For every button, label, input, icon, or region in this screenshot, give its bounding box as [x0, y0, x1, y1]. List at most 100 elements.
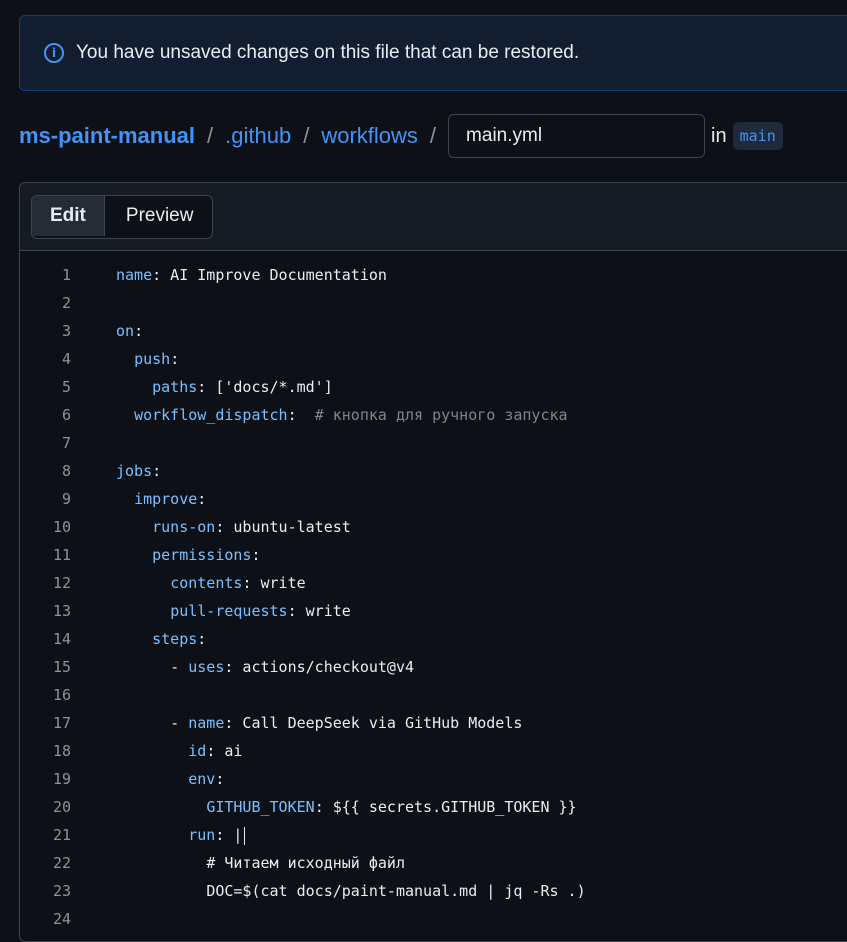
- yaml-key: jobs: [116, 462, 153, 480]
- yaml-key: steps: [152, 630, 198, 648]
- in-label: in: [711, 124, 727, 147]
- breadcrumb-repo-link[interactable]: ms-paint-manual: [19, 123, 195, 149]
- yaml-key: permissions: [152, 546, 252, 564]
- code-line[interactable]: 6 workflow_dispatch: # кнопка для ручног…: [20, 401, 586, 429]
- line-content: # Читаем исходный файл: [71, 849, 405, 877]
- code-line[interactable]: 1 name: AI Improve Documentation: [20, 261, 586, 289]
- breadcrumb-separator: /: [303, 123, 310, 148]
- code-line[interactable]: 5 paths: ['docs/*.md']: [20, 373, 586, 401]
- yaml-value: :: [134, 322, 144, 340]
- code-line[interactable]: 4 push:: [20, 345, 586, 373]
- line-content: DOC=$(cat docs/paint-manual.md | jq -Rs …: [71, 877, 586, 905]
- code-line[interactable]: 2: [20, 289, 586, 317]
- code-line[interactable]: 15 - uses: actions/checkout@v4: [20, 653, 586, 681]
- unsaved-changes-banner: i You have unsaved changes on this file …: [19, 15, 847, 91]
- yaml-comment: # кнопка для ручного запуска: [314, 406, 568, 424]
- line-indent: -: [116, 658, 189, 676]
- text-cursor: [244, 826, 246, 845]
- yaml-value: : |: [215, 826, 243, 844]
- yaml-value: :: [215, 770, 225, 788]
- yaml-key: runs-on: [152, 518, 216, 536]
- line-number: 5: [61, 378, 71, 396]
- code-line[interactable]: 9 improve:: [20, 485, 586, 513]
- yaml-value: :: [197, 630, 207, 648]
- line-content: on:: [71, 317, 143, 345]
- line-content: name: AI Improve Documentation: [71, 261, 387, 289]
- line-number: 1: [61, 266, 71, 284]
- line-content: improve:: [71, 485, 206, 513]
- code-line[interactable]: 18 id: ai: [20, 737, 586, 765]
- yaml-value: : write: [242, 574, 306, 592]
- line-number: 15: [52, 658, 71, 676]
- line-content: runs-on: ubuntu-latest: [71, 513, 351, 541]
- yaml-key: contents: [170, 574, 243, 592]
- code-line[interactable]: 7: [20, 429, 586, 457]
- editor-header: Edit Preview: [20, 183, 847, 251]
- code-line[interactable]: 3 on:: [20, 317, 586, 345]
- line-number: 24: [52, 910, 71, 928]
- code-line[interactable]: 23 DOC=$(cat docs/paint-manual.md | jq -…: [20, 877, 586, 905]
- line-content: [71, 429, 116, 457]
- line-content: run: |: [71, 821, 246, 849]
- code-line[interactable]: 10 runs-on: ubuntu-latest: [20, 513, 586, 541]
- yaml-key: env: [188, 770, 216, 788]
- line-number: 3: [61, 322, 71, 340]
- yaml-value: : ${{ secrets.GITHUB_TOKEN }}: [314, 798, 577, 816]
- breadcrumb-workflows-link[interactable]: workflows: [321, 123, 418, 149]
- code-line[interactable]: 12 contents: write: [20, 569, 586, 597]
- code-line[interactable]: 17 - name: Call DeepSeek via GitHub Mode…: [20, 709, 586, 737]
- yaml-value: : ubuntu-latest: [215, 518, 351, 536]
- filename-input[interactable]: [448, 114, 706, 158]
- yaml-value: DOC=$(cat docs/paint-manual.md | jq -Rs …: [206, 882, 586, 900]
- yaml-value: : AI Improve Documentation: [152, 266, 387, 284]
- code-line[interactable]: 14 steps:: [20, 625, 586, 653]
- line-number: 14: [52, 630, 71, 648]
- line-number: 12: [52, 574, 71, 592]
- line-number: 17: [52, 714, 71, 732]
- tab-preview[interactable]: Preview: [105, 196, 213, 236]
- breadcrumb-separator: /: [207, 123, 214, 148]
- banner-text: You have unsaved changes on this file th…: [76, 42, 580, 63]
- yaml-value: :: [251, 546, 261, 564]
- yaml-value: : ['docs/*.md']: [197, 378, 333, 396]
- tab-edit[interactable]: Edit: [32, 196, 105, 236]
- code-line[interactable]: 13 pull-requests: write: [20, 597, 586, 625]
- code-line[interactable]: 24: [20, 905, 586, 933]
- line-content: GITHUB_TOKEN: ${{ secrets.GITHUB_TOKEN }…: [71, 793, 577, 821]
- breadcrumb-github-link[interactable]: .github: [225, 123, 291, 149]
- code-line[interactable]: 8 jobs:: [20, 457, 586, 485]
- line-content: contents: write: [71, 569, 306, 597]
- code-area[interactable]: 1 name: AI Improve Documentation 2 3 on: 4 pu…: [20, 261, 586, 933]
- yaml-value: : Call DeepSeek via GitHub Models: [224, 714, 523, 732]
- yaml-value: : write: [287, 602, 351, 620]
- code-line[interactable]: 21 run: |: [20, 821, 586, 849]
- yaml-key: GITHUB_TOKEN: [206, 798, 315, 816]
- code-line[interactable]: 22 # Читаем исходный файл: [20, 849, 586, 877]
- code-line[interactable]: 11 permissions:: [20, 541, 586, 569]
- code-editor: Edit Preview 1 name: AI Improve Documenta…: [19, 182, 847, 942]
- yaml-value: : actions/checkout@v4: [224, 658, 415, 676]
- yaml-key: id: [188, 742, 207, 760]
- code-line[interactable]: 16: [20, 681, 586, 709]
- yaml-value: :: [152, 462, 162, 480]
- yaml-key: push: [134, 350, 171, 368]
- yaml-key: workflow_dispatch: [134, 406, 288, 424]
- code-line[interactable]: 20 GITHUB_TOKEN: ${{ secrets.GITHUB_TOKE…: [20, 793, 586, 821]
- yaml-key: uses: [188, 658, 225, 676]
- line-number: 23: [52, 882, 71, 900]
- line-content: [71, 681, 116, 709]
- code-line[interactable]: 19 env:: [20, 765, 586, 793]
- breadcrumb: ms-paint-manual / .github / workflows / …: [19, 114, 783, 158]
- line-number: 18: [52, 742, 71, 760]
- line-number: 7: [61, 434, 71, 452]
- yaml-value: :: [287, 406, 315, 424]
- info-icon: i: [44, 43, 64, 63]
- line-number: 20: [52, 798, 71, 816]
- line-content: - name: Call DeepSeek via GitHub Models: [71, 709, 522, 737]
